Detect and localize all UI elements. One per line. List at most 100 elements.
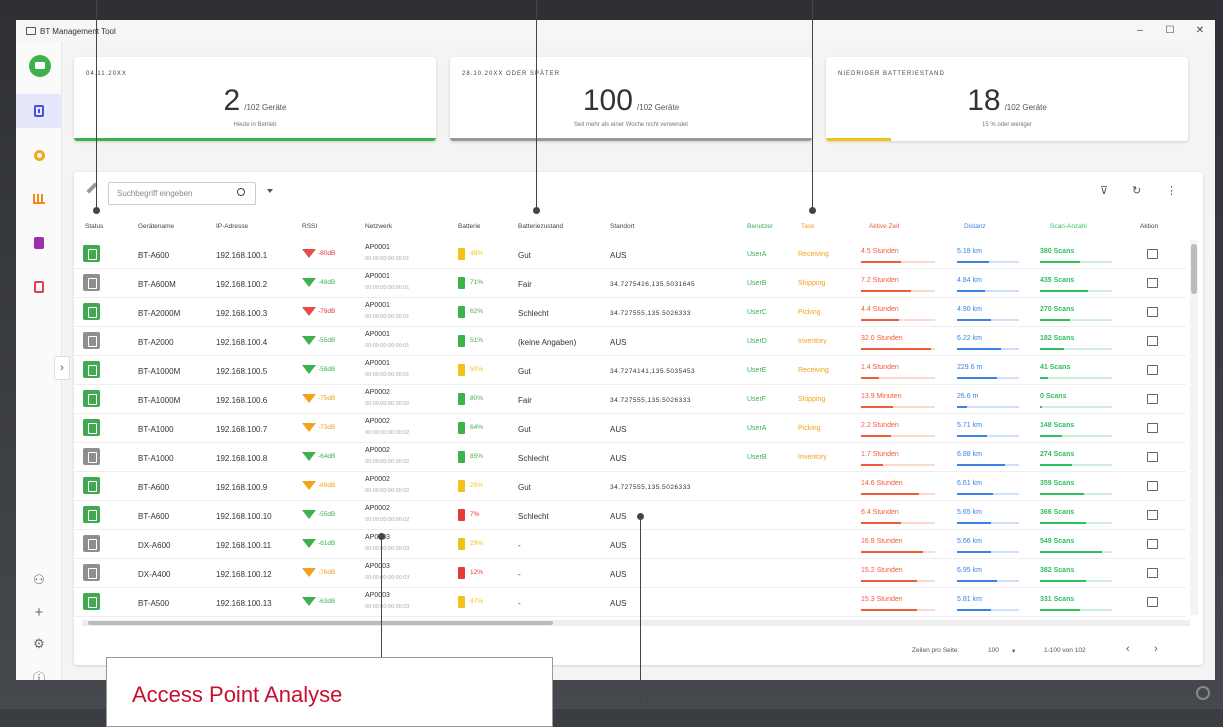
plus-icon[interactable]: + [16,604,62,621]
scanner-action-icon[interactable] [1147,249,1158,259]
scanner-action-icon[interactable] [1147,307,1158,317]
col-network[interactable]: Netzwerk [365,223,392,230]
status-icon[interactable] [83,303,100,320]
table-row[interactable]: BT-A1000 192.168.100.7 -73dB AP0002 00:00:00… [74,414,1186,443]
scanner-action-icon[interactable] [1147,394,1158,404]
sidebar-expand-button[interactable]: › [54,356,70,380]
scanner-action-icon[interactable] [1147,423,1158,433]
table-row[interactable]: BT-A600M 192.168.100.2 -48dB AP0001 00:00:00… [74,269,1186,298]
table-row[interactable]: DX-A400 192.168.100.12 -76dB AP0003 00:00:00… [74,559,1186,588]
device-name: BT-A600M [138,280,176,289]
next-page-button[interactable]: › [1154,643,1158,655]
scanner-action-icon[interactable] [1147,452,1158,462]
access-point[interactable]: AP0001 [365,331,390,338]
chevron-down-icon[interactable]: ▾ [1012,647,1015,655]
chevron-down-icon[interactable] [267,189,273,193]
search-icon[interactable] [237,188,245,196]
access-point[interactable]: AP0001 [365,360,390,367]
table-row[interactable]: BT-A2000M 192.168.100.3 -78dB AP0001 00:00:0… [74,298,1186,327]
settings-icon[interactable]: ⚙ [16,636,62,652]
status-icon[interactable] [83,361,100,378]
prev-page-button[interactable]: ‹ [1126,643,1130,655]
access-point[interactable]: AP0001 [365,273,390,280]
minimize-button[interactable]: – [1125,20,1155,42]
maximize-button[interactable]: ☐ [1155,20,1185,42]
info-icon[interactable]: ⓘ [16,668,62,680]
col-ip[interactable]: IP-Adresse [216,223,248,230]
scanner-action-icon[interactable] [1147,568,1158,578]
nav-reports[interactable] [16,226,62,260]
access-point[interactable]: AP0002 [365,476,390,483]
callout-line [536,0,537,210]
scroll-thumb[interactable] [88,621,553,625]
vertical-scrollbar[interactable] [1190,240,1198,615]
col-active-time[interactable]: Aktive Zeit [869,223,899,230]
col-status[interactable]: Status [85,223,103,230]
table-row[interactable]: BT-A500 192.168.100.13 -63dB AP0003 00:00:00… [74,588,1186,617]
table-row[interactable]: BT-A2000 192.168.100.4 -55dB AP0001 00:00:00… [74,327,1186,356]
access-point[interactable]: AP0002 [365,505,390,512]
status-icon[interactable] [83,390,100,407]
scanner-action-icon[interactable] [1147,510,1158,520]
more-options-icon[interactable]: ⋮ [1166,184,1177,197]
col-battery[interactable]: Batterie [458,223,480,230]
col-location[interactable]: Standort [610,223,635,230]
col-task[interactable]: Task [801,223,814,230]
status-icon[interactable] [83,506,100,523]
col-name[interactable]: Gerätename [138,223,174,230]
scanner-action-icon[interactable] [1147,597,1158,607]
scan-count: 148 Scans [1040,422,1075,429]
status-icon[interactable] [83,535,100,552]
scanner-action-icon[interactable] [1147,365,1158,375]
filter-icon[interactable]: ⊽ [1100,184,1108,197]
table-row[interactable]: DX-A600192.168.100.11-61dBAP000300:00:00… [74,530,1186,559]
access-point[interactable]: AP0001 [365,244,390,251]
access-point[interactable]: AP0002 [365,418,390,425]
status-icon[interactable] [83,332,100,349]
col-user[interactable]: Benutzer [747,223,773,230]
nav-analytics[interactable] [16,182,62,216]
status-icon[interactable] [83,448,100,465]
status-icon[interactable] [83,419,100,436]
col-distance[interactable]: Distanz [964,223,986,230]
table-row[interactable]: BT-A1000M 192.168.100.6 -75dB AP0002 00:00:0… [74,385,1186,414]
table-row[interactable]: BT-A600 192.168.100.1 -80dB AP0001 00:00:00:… [74,240,1186,269]
refresh-icon[interactable]: ↻ [1132,184,1141,197]
access-point[interactable]: AP0003 [365,592,390,599]
rows-per-page-select[interactable]: 100 [988,647,999,654]
table-row[interactable]: BT-A1000 192.168.100.8 -64dB AP0002 00:00:00… [74,443,1186,472]
table-row[interactable]: BT-A600 192.168.100.10 -55dB AP0002 00:00:00… [74,501,1186,530]
table-row[interactable]: BT-A1000M 192.168.100.5 -58dB AP0001 00:00:0… [74,356,1186,385]
nav-devices[interactable] [16,94,62,128]
search-input[interactable]: Suchbegriff eingeben [108,182,256,205]
nav-scanner[interactable] [16,270,62,304]
user: UserA [747,251,767,258]
col-battery-state[interactable]: Batteriezustand [518,223,563,230]
horizontal-scrollbar[interactable] [82,620,1190,626]
status-icon[interactable] [83,593,100,610]
status-icon[interactable] [83,477,100,494]
access-point[interactable]: AP0002 [365,447,390,454]
access-point[interactable]: AP0001 [365,302,390,309]
active-time: 7.2 Stunden [861,277,899,284]
scanner-action-icon[interactable] [1147,278,1158,288]
table-row[interactable]: BT-A600 192.168.100.9 -69dB AP0002 00:00:00:… [74,472,1186,501]
status-icon[interactable] [83,274,100,291]
status-icon[interactable] [83,245,100,262]
status-icon[interactable] [83,564,100,581]
access-point[interactable]: AP0002 [365,389,390,396]
col-action[interactable]: Aktion [1140,223,1158,230]
close-button[interactable]: ✕ [1185,20,1215,42]
nav-configuration[interactable] [16,138,62,172]
rssi-value: -76dB [318,569,336,576]
access-point[interactable]: AP0003 [365,563,390,570]
col-scan-count[interactable]: Scan-Anzahl [1050,223,1087,230]
col-rssi[interactable]: RSSI [302,223,317,230]
location: AUS [610,251,627,260]
scanner-action-icon[interactable] [1147,336,1158,346]
wifi-icon [302,510,316,519]
scanner-action-icon[interactable] [1147,539,1158,549]
network-icon[interactable]: ⚇ [16,572,62,588]
scroll-thumb[interactable] [1191,244,1197,294]
scanner-action-icon[interactable] [1147,481,1158,491]
